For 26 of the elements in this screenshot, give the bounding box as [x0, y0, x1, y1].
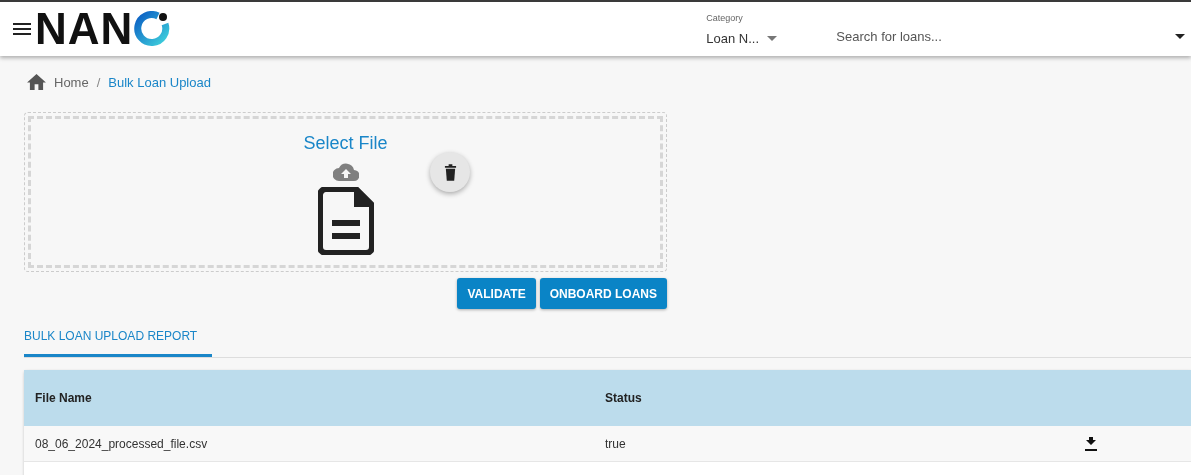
cloud-upload-icon: [332, 163, 359, 181]
column-header: Status: [605, 391, 643, 405]
category-label: Category: [706, 12, 744, 23]
breadcrumb-separator: /: [96, 74, 101, 90]
logo-ring-icon: [134, 11, 171, 47]
breadcrumb-current: Bulk Loan Upload: [108, 74, 211, 90]
delete-button[interactable]: [430, 152, 470, 192]
dropdown-caret-icon[interactable]: [1175, 33, 1185, 39]
search-field[interactable]: Search for loans...: [834, 27, 1175, 45]
home-icon[interactable]: [27, 74, 46, 90]
column-header: File Name: [35, 391, 93, 405]
trash-icon: [443, 163, 457, 181]
breadcrumb-link[interactable]: Home: [54, 74, 89, 90]
table-cell-text: 08_06_2024_processed_file.csv: [35, 436, 209, 451]
menu-icon[interactable]: [13, 23, 31, 35]
action-button[interactable]: ONBOARD LOANS: [539, 278, 667, 309]
action-button[interactable]: VALIDATE: [457, 278, 536, 309]
select-file-title[interactable]: Select File: [303, 133, 388, 154]
category-select[interactable]: Loan N...: [706, 30, 778, 46]
caret-icon: [767, 35, 778, 41]
table-cell-text: true: [605, 436, 627, 451]
report-tab[interactable]: BULK LOAN UPLOAD REPORT: [24, 317, 212, 357]
document-icon: [317, 187, 374, 255]
logo-text: NAN: [35, 7, 134, 51]
file-drop-zone[interactable]: Select File: [28, 116, 663, 268]
download-icon[interactable]: [1085, 436, 1097, 451]
